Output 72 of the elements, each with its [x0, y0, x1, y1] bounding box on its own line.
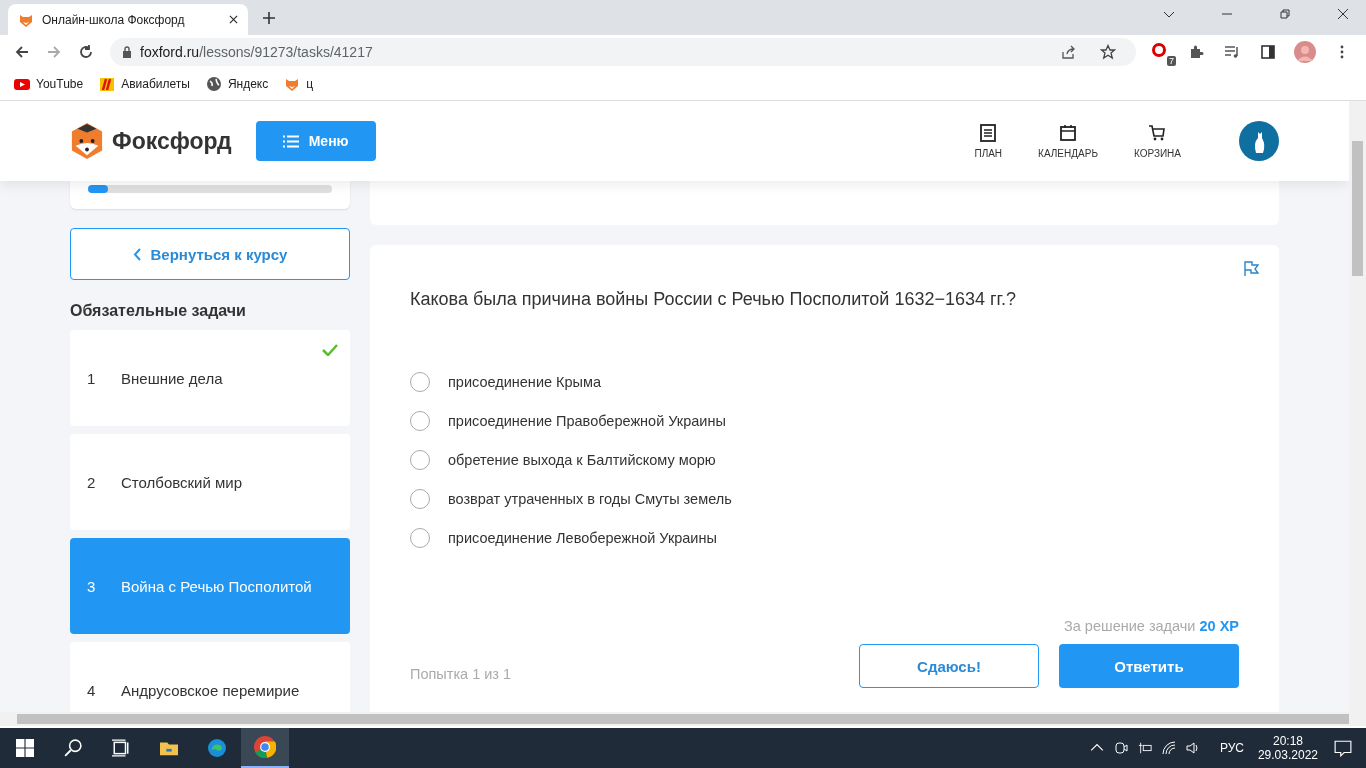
close-icon[interactable] — [1337, 8, 1349, 20]
task-number: 4 — [87, 681, 97, 699]
chrome-icon — [254, 736, 276, 758]
question-text: Какова была причина войны России с Речью Посполитой 1632−1634 гг.? — [410, 289, 1017, 310]
search-icon[interactable] — [64, 739, 82, 757]
lock-icon — [122, 45, 132, 58]
fox-icon — [70, 122, 104, 160]
task-title: Внешние дела — [121, 369, 223, 387]
section-heading: Обязательные задачи — [70, 302, 247, 320]
task-item[interactable]: 2 Столбовский мир — [70, 434, 350, 530]
language-indicator[interactable]: РУС — [1219, 741, 1244, 755]
option-label: присоединение Крыма — [448, 374, 602, 390]
give-up-button[interactable]: Сдаюсь! — [859, 644, 1039, 688]
task-item[interactable]: 1 Внешние дела — [70, 330, 350, 426]
reward-text: За решение задачи 20 XP — [1063, 618, 1239, 634]
vertical-scrollbar[interactable] — [1349, 101, 1366, 712]
document-icon — [979, 123, 998, 142]
bookmark[interactable]: Яндекс — [205, 76, 269, 92]
answer-option[interactable]: присоединение Левобережной Украины — [410, 528, 1239, 548]
attempt-counter: Попытка 1 из 1 — [410, 666, 512, 682]
nav-item[interactable]: КОРЗИНА — [1133, 123, 1181, 159]
avatar-icon[interactable] — [1239, 121, 1279, 161]
play-icon — [14, 76, 30, 92]
menu-icon — [282, 134, 299, 148]
calendar-icon — [1059, 123, 1077, 142]
nav-item[interactable]: КАЛЕНДАРЬ — [1038, 123, 1098, 159]
speaker-icon[interactable] — [1185, 741, 1200, 755]
new-tab-icon[interactable] — [263, 12, 275, 24]
task-title: Война с Речью Посполитой — [121, 577, 312, 595]
option-label: присоединение Правобережной Украины — [448, 413, 726, 429]
task-item[interactable]: 4 Андрусовское перемирие — [70, 642, 350, 712]
extension-badge: 7 — [1167, 55, 1176, 66]
extension-icon[interactable] — [1152, 41, 1168, 58]
tab-title: Онлайн-школа Фоксфорд — [42, 12, 186, 27]
bookmark[interactable]: YouTube — [14, 76, 84, 92]
answer-option[interactable]: присоединение Крыма — [410, 372, 1239, 392]
address-bar[interactable]: foxford.ru/lessons/91273/tasks/41217 — [110, 37, 1136, 66]
wifi-icon[interactable] — [1161, 741, 1176, 755]
task-number: 2 — [87, 473, 97, 491]
task-title: Андрусовское перемирие — [121, 681, 300, 699]
option-label: присоединение Левобережной Украины — [448, 530, 717, 546]
chevron-left-icon — [132, 247, 141, 261]
cart-icon — [1148, 123, 1167, 142]
bookmark[interactable]: ц — [284, 76, 314, 92]
option-label: обретение выхода к Балтийскому морю — [448, 452, 716, 468]
globe-icon — [205, 76, 222, 92]
nav-item[interactable]: ПЛАН — [974, 123, 1003, 159]
notification-icon[interactable] — [1334, 739, 1352, 757]
browser-tab[interactable]: Онлайн-школа Фоксфорд — [8, 4, 248, 35]
answer-option[interactable]: обретение выхода к Балтийскому морю — [410, 450, 1239, 470]
bookmark[interactable]: Авиабилеты — [99, 76, 190, 92]
fox-icon — [284, 76, 301, 92]
logo[interactable]: Фоксфорд — [70, 122, 232, 160]
edge-icon[interactable] — [208, 739, 226, 757]
back-to-course-button[interactable]: Вернуться к курсу — [70, 228, 350, 280]
tickets-icon — [99, 76, 116, 92]
task-number: 1 — [87, 369, 97, 387]
url-text: foxford.ru/lessons/91273/tasks/41217 — [140, 43, 373, 60]
camera-icon[interactable] — [1113, 741, 1128, 755]
answer-option[interactable]: присоединение Правобережной Украины — [410, 411, 1239, 431]
clock[interactable]: 20:18 29.03.2022 — [1257, 734, 1318, 762]
task-number: 3 — [87, 577, 97, 595]
restore-icon[interactable] — [1279, 8, 1291, 20]
windows-start-icon[interactable] — [16, 739, 34, 757]
close-icon[interactable] — [229, 15, 238, 24]
option-label: возврат утраченных в годы Смуты земель — [448, 491, 732, 507]
task-title: Столбовский мир — [121, 473, 243, 491]
horizontal-scrollbar[interactable] — [0, 712, 1366, 728]
answer-option[interactable]: возврат утраченных в годы Смуты земель — [410, 489, 1239, 509]
chrome-taskbar-button[interactable] — [241, 728, 289, 768]
flag-icon[interactable] — [1243, 261, 1259, 277]
task-view-icon[interactable] — [112, 739, 130, 757]
